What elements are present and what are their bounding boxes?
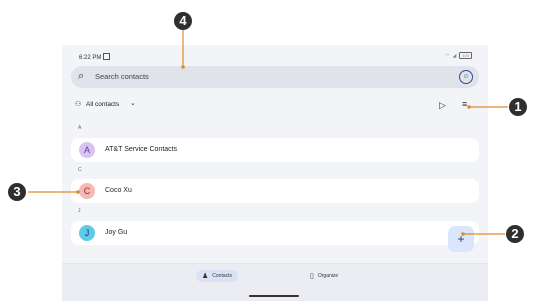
contact-name: Joy Gu (105, 229, 128, 236)
status-time: 6:22 PM (79, 53, 111, 61)
nav-label: Contacts (212, 273, 233, 279)
organize-icon: ▯ (310, 273, 314, 280)
section-header-a: A (78, 125, 82, 131)
search-bar[interactable]: ⌕ Search contacts ☺ (71, 66, 479, 88)
person-icon: ♟ (202, 273, 209, 280)
callout-badge-1: 1 (509, 98, 527, 116)
avatar: J (79, 225, 95, 241)
section-header-c: C (78, 167, 82, 173)
bottom-nav: ♟ Contacts ▯ Organize (62, 263, 488, 301)
avatar: C (79, 183, 95, 199)
avatar: A (79, 142, 95, 158)
contact-row[interactable]: J Joy Gu (71, 221, 479, 245)
search-input[interactable]: Search contacts (95, 72, 149, 81)
wifi-icon: ◠ (445, 52, 450, 59)
sim-icon (103, 53, 111, 60)
phone-screen: 6:22 PM ◠ ◢ 100 ⌕ Search contacts ☺ ⚇ Al… (62, 45, 488, 301)
status-icons: ◠ ◢ 100 (445, 52, 472, 59)
nav-label: Organize (317, 273, 339, 279)
search-icon[interactable]: ⌕ (78, 70, 84, 83)
contact-name: Coco Xu (105, 187, 132, 194)
battery-icon: 100 (459, 52, 472, 59)
status-bar: 6:22 PM ◠ ◢ 100 (62, 45, 488, 65)
add-contact-button[interactable]: + (448, 226, 474, 252)
label-icon[interactable]: ▷ (439, 100, 446, 111)
filter-row: ⚇ All contacts ⌄ ▷ ≡ (62, 97, 488, 113)
nav-contacts[interactable]: ♟ Contacts (196, 270, 239, 282)
nav-organize[interactable]: ▯ Organize (310, 270, 338, 282)
callout-badge-3: 3 (8, 183, 26, 201)
section-header-j: J (78, 208, 81, 214)
contact-row[interactable]: C Coco Xu (71, 179, 479, 203)
contacts-group-icon: ⚇ (75, 101, 82, 108)
contact-name: AT&T Service Contacts (105, 146, 178, 153)
signal-icon: ◢ (452, 52, 457, 59)
callout-badge-4: 4 (174, 12, 192, 30)
home-indicator (249, 295, 299, 297)
account-filter-label[interactable]: All contacts (86, 101, 119, 108)
sort-filter-icon[interactable]: ≡ (462, 99, 467, 109)
callout-badge-2: 2 (506, 225, 524, 243)
account-icon[interactable]: ☺ (459, 70, 473, 84)
chevron-down-icon[interactable]: ⌄ (130, 99, 136, 107)
contact-row[interactable]: A AT&T Service Contacts (71, 138, 479, 162)
